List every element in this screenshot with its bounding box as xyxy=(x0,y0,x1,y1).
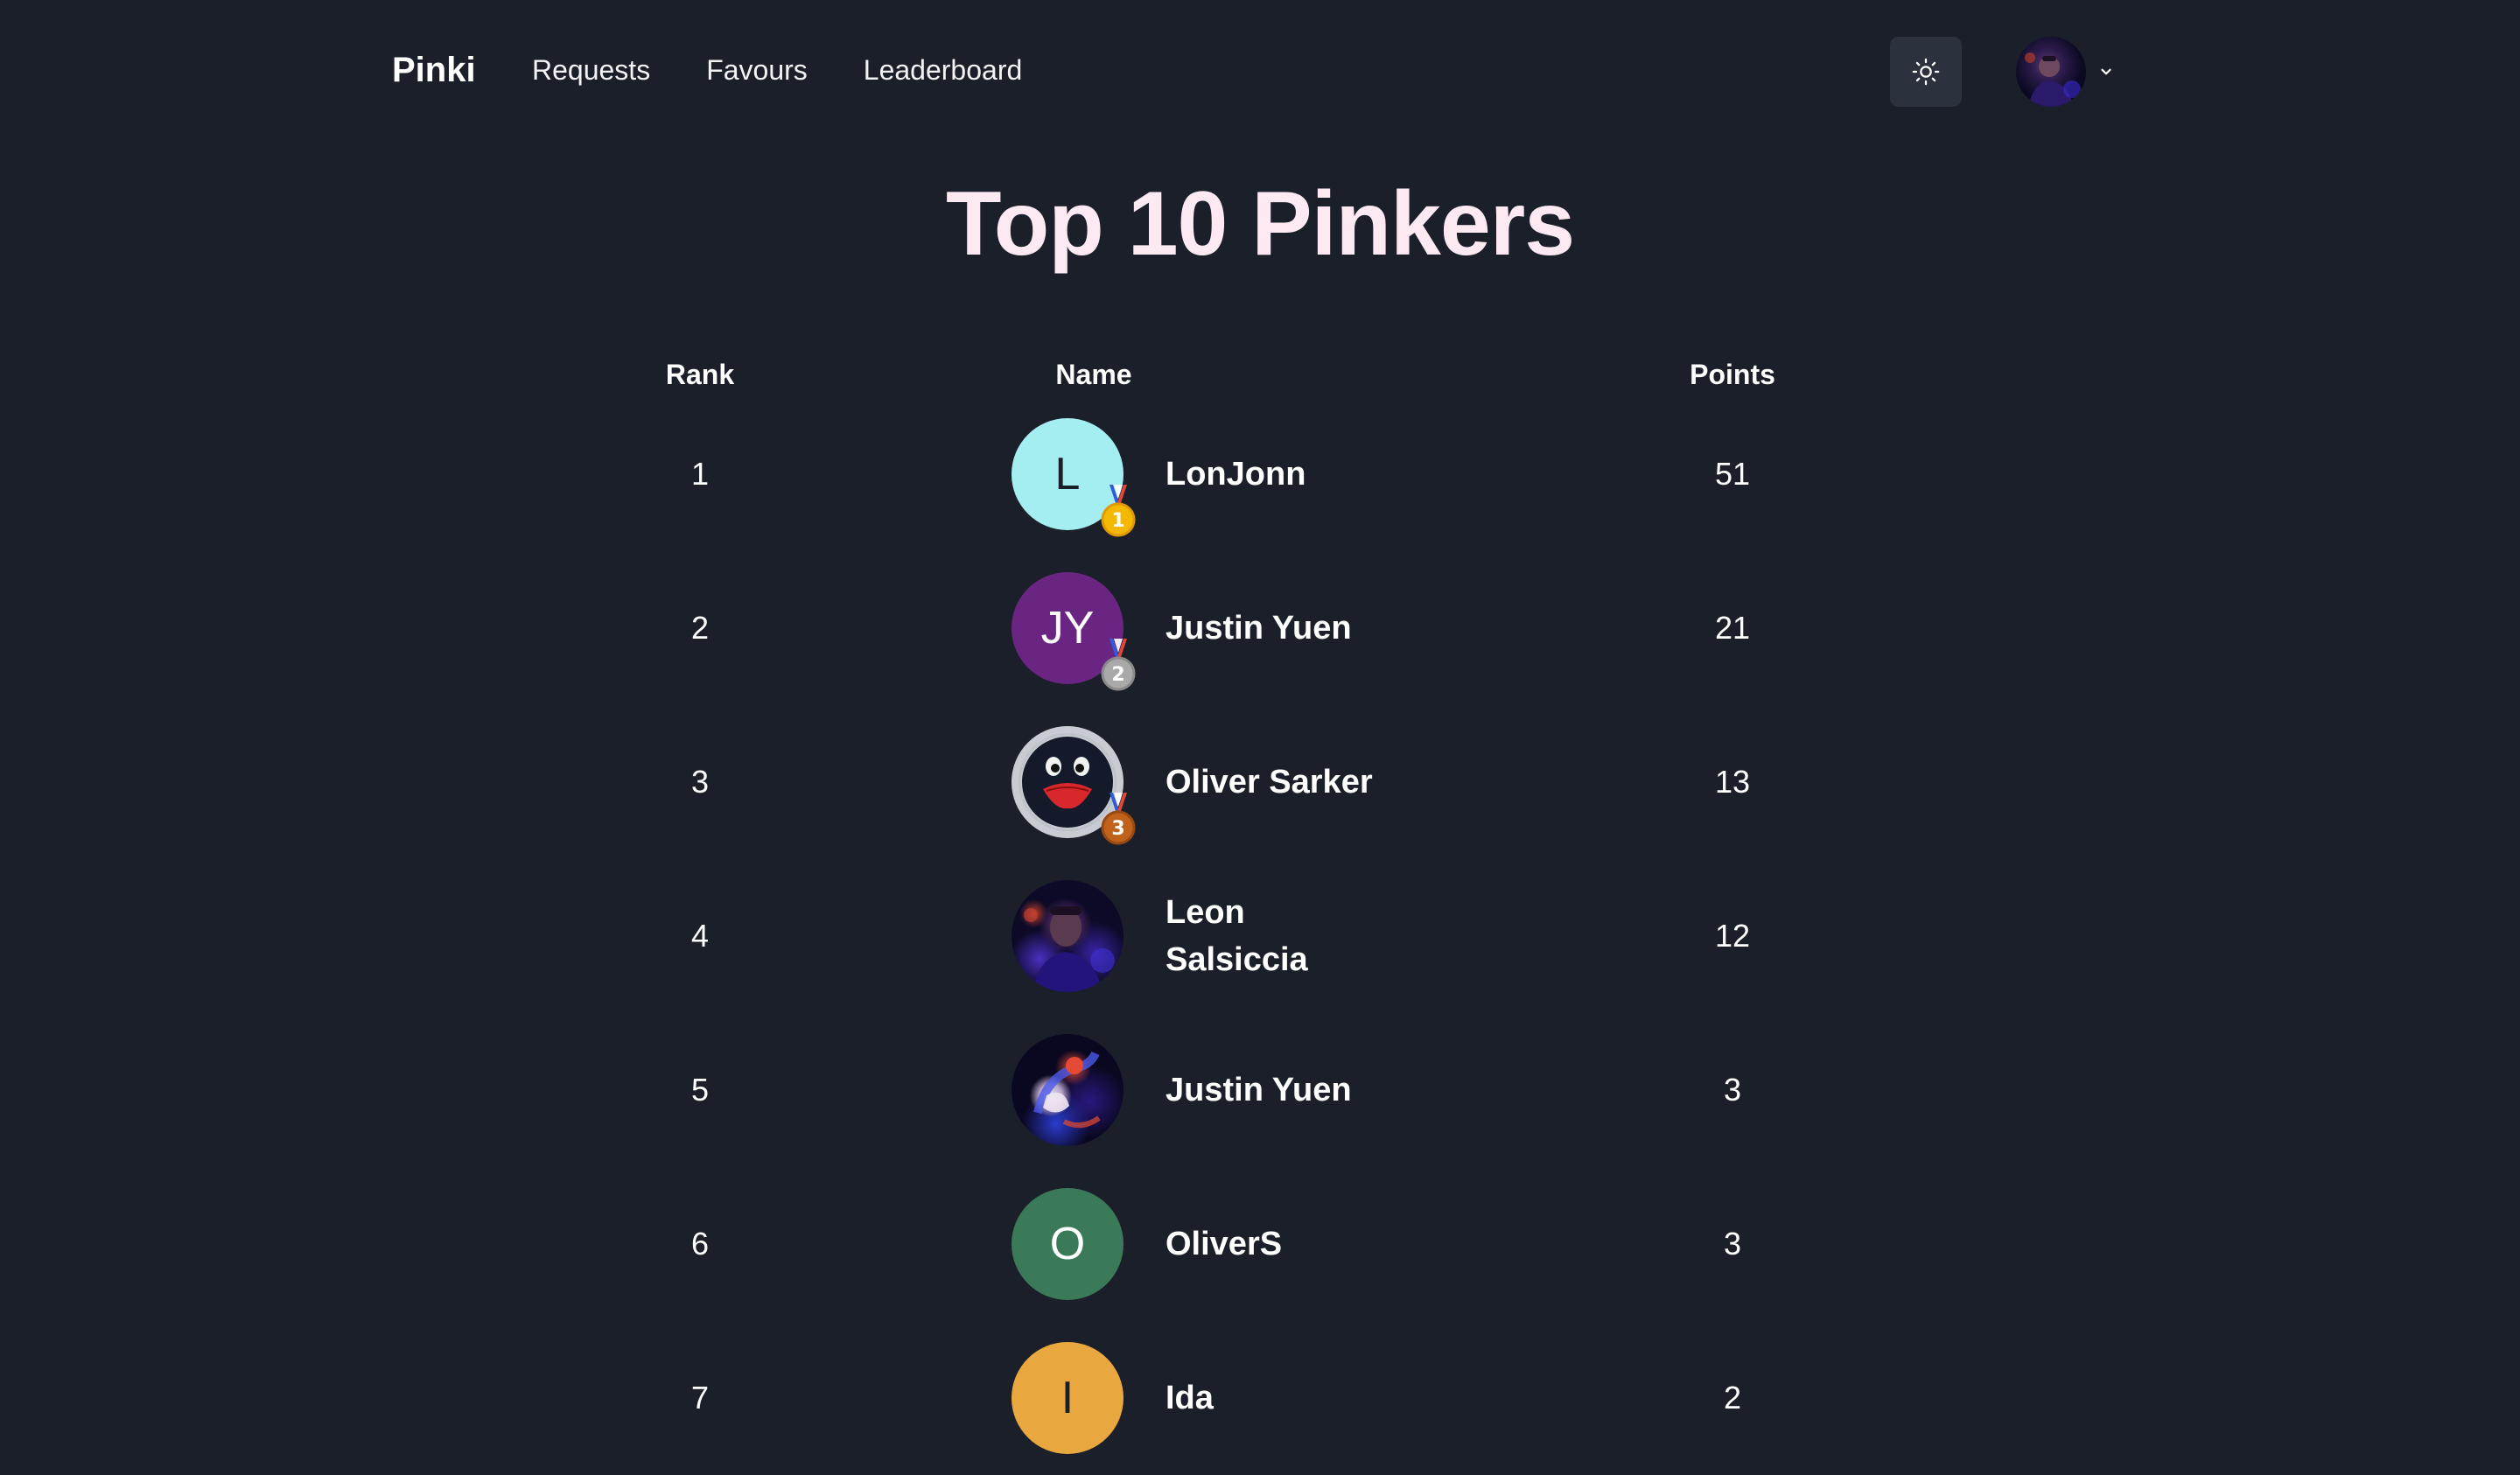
points-cell: 2 xyxy=(1723,1380,1742,1416)
name-cell: Ida xyxy=(1166,1380,1214,1416)
name-cell: Oliver Sarker xyxy=(1166,764,1373,800)
theme-toggle-button[interactable] xyxy=(1890,37,1962,107)
rank-cell: 2 xyxy=(690,610,710,646)
sun-icon xyxy=(1912,58,1940,86)
avatar-initials: O xyxy=(1012,1188,1124,1300)
avatar: I xyxy=(1012,1342,1124,1454)
rank-cell: 7 xyxy=(690,1380,710,1416)
svg-text:2: 2 xyxy=(1111,664,1124,686)
avatar-image xyxy=(1012,880,1124,992)
table-row: 5 Justin Yuen 3 xyxy=(630,1013,1890,1167)
avatar xyxy=(1012,1034,1124,1146)
rank-cell: 4 xyxy=(690,918,710,954)
user-menu-button[interactable] xyxy=(2016,35,2130,108)
silver-medal-icon: 2 xyxy=(1101,639,1136,691)
table-row: 7 I Ida 2 xyxy=(630,1321,1890,1475)
name-cell: Justin Yuen xyxy=(1166,1072,1352,1108)
column-header-rank: Rank xyxy=(665,359,735,390)
avatar: JY 2 xyxy=(1012,572,1136,691)
table-row: 1 L 1 LonJonn 51 xyxy=(630,397,1890,551)
avatar-initials: I xyxy=(1012,1342,1124,1454)
chevron-down-icon xyxy=(2101,68,2111,75)
nav-link-requests[interactable]: Requests xyxy=(532,45,650,94)
name-cell: OliverS xyxy=(1166,1226,1283,1262)
bronze-medal-icon: 3 xyxy=(1101,793,1136,845)
avatar: L 1 xyxy=(1012,418,1136,537)
avatar xyxy=(1012,880,1124,992)
rank-cell: 5 xyxy=(690,1072,710,1108)
avatar-image xyxy=(1012,1034,1124,1146)
avatar: O xyxy=(1012,1188,1124,1300)
table-row: 6 O OliverS 3 xyxy=(630,1167,1890,1321)
abstract-avatar-image xyxy=(1033,1051,1101,1129)
table-row: 2 JY 2 Justin Yuen 21 xyxy=(630,551,1890,705)
user-avatar xyxy=(2016,37,2086,107)
column-header-name: Name xyxy=(1055,359,1132,390)
points-cell: 21 xyxy=(1714,610,1751,646)
points-cell: 3 xyxy=(1723,1226,1742,1262)
nav-links: Requests Favours Leaderboard xyxy=(532,45,1022,94)
name-cell: Justin Yuen xyxy=(1166,610,1352,647)
table-row: 4 Leon Salsiccia 12 xyxy=(630,859,1890,1013)
points-cell: 12 xyxy=(1714,918,1751,954)
points-cell: 13 xyxy=(1714,764,1751,800)
nav-link-leaderboard[interactable]: Leaderboard xyxy=(864,45,1022,94)
points-cell: 3 xyxy=(1723,1072,1742,1108)
name-cell: Leon Salsiccia xyxy=(1166,894,1308,978)
rank-cell: 1 xyxy=(690,456,710,492)
rank-cell: 3 xyxy=(690,764,710,800)
portrait-avatar-image xyxy=(1024,906,1115,992)
name-cell: LonJonn xyxy=(1166,456,1306,493)
avatar: 3 xyxy=(1012,726,1136,845)
rank-cell: 6 xyxy=(690,1226,710,1262)
gold-medal-icon: 1 xyxy=(1101,485,1136,537)
svg-text:3: 3 xyxy=(1111,818,1124,840)
page-title: Top 10 Pinkers xyxy=(945,173,1575,275)
navbar: Pinki Requests Favours Leaderboard xyxy=(0,0,2520,140)
svg-text:1: 1 xyxy=(1111,510,1124,532)
user-avatar-image xyxy=(2025,52,2081,107)
table-row: 3 3 Oliver Sarker 13 xyxy=(630,705,1890,859)
nav-link-favours[interactable]: Favours xyxy=(706,45,808,94)
points-cell: 51 xyxy=(1714,456,1751,492)
brand-logo[interactable]: Pinki xyxy=(392,45,476,94)
column-header-points: Points xyxy=(1690,359,1775,390)
